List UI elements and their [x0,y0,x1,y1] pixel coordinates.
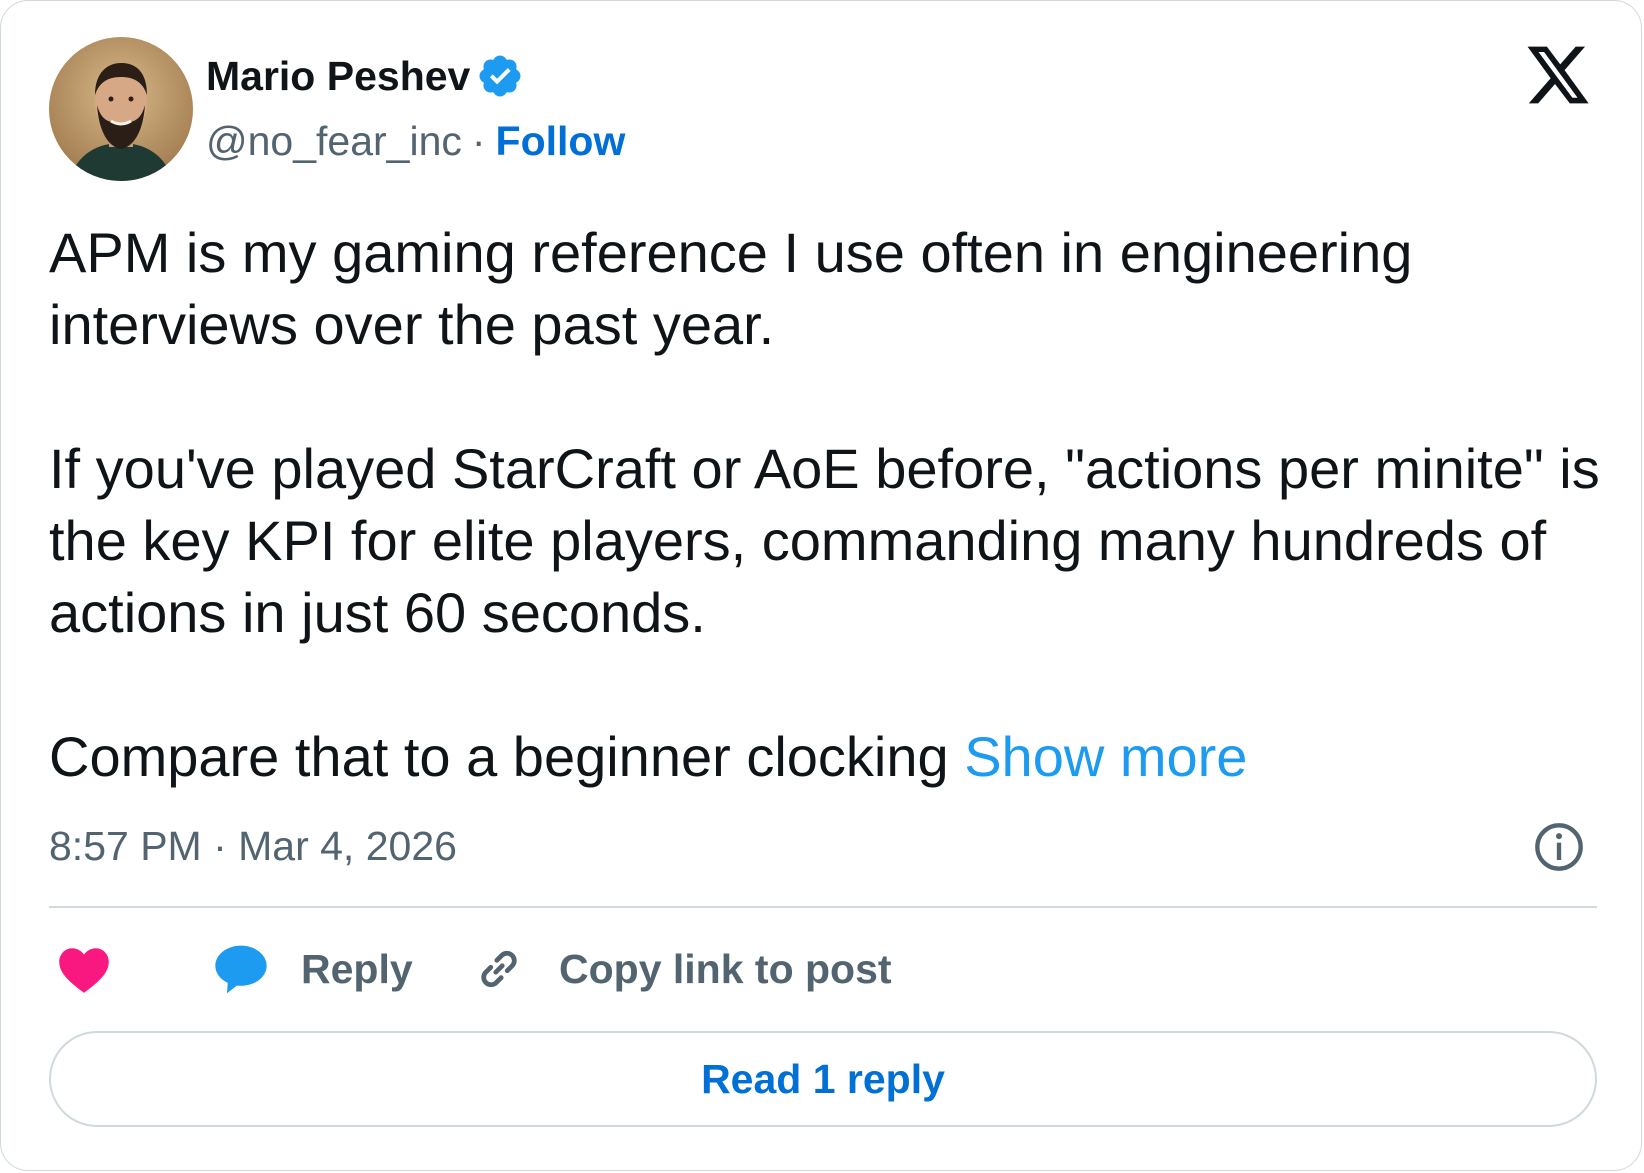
reply-label: Reply [301,945,413,992]
author-name-row: Mario Peshev [206,51,524,101]
tweet-card: Mario Peshev @no_fear_inc · Follow APM is … [0,0,1642,1171]
tweet-timestamp[interactable]: 8:57 PM · Mar 4, 2026 [49,821,457,871]
author-name[interactable]: Mario Peshev [206,51,470,101]
tweet-paragraph-3: Compare that to a beginner clocking Show… [49,721,1609,793]
handle-row: @no_fear_inc · Follow [206,116,625,166]
copy-link-label: Copy link to post [559,945,892,992]
info-icon[interactable] [1533,821,1585,873]
x-logo-icon[interactable] [1524,43,1592,107]
speech-bubble-icon [215,945,267,994]
like-button[interactable] [57,939,111,999]
divider [49,906,1597,908]
read-replies-button[interactable]: Read 1 reply [49,1031,1597,1127]
reply-button[interactable]: Reply [213,939,413,999]
copy-link-button[interactable]: Copy link to post [473,939,892,999]
heart-icon [59,948,109,993]
author-avatar[interactable] [49,37,193,181]
author-handle[interactable]: @no_fear_inc [206,118,462,164]
handle-separator: · [471,118,486,164]
read-replies-label: Read 1 reply [701,1055,945,1102]
verified-badge-icon [479,55,521,97]
tweet-paragraph-2: If you've played StarCraft or AoE before… [49,437,1600,644]
link-icon [481,950,517,988]
tweet-paragraph-3-text: Compare that to a beginner clocking [49,725,949,788]
tweet-paragraph-1: APM is my gaming reference I use often i… [49,221,1413,356]
follow-button[interactable]: Follow [496,118,626,164]
tweet-text: APM is my gaming reference I use often i… [49,217,1609,793]
show-more-link[interactable]: Show more [964,725,1247,788]
avatar-photo-icon [49,37,193,181]
